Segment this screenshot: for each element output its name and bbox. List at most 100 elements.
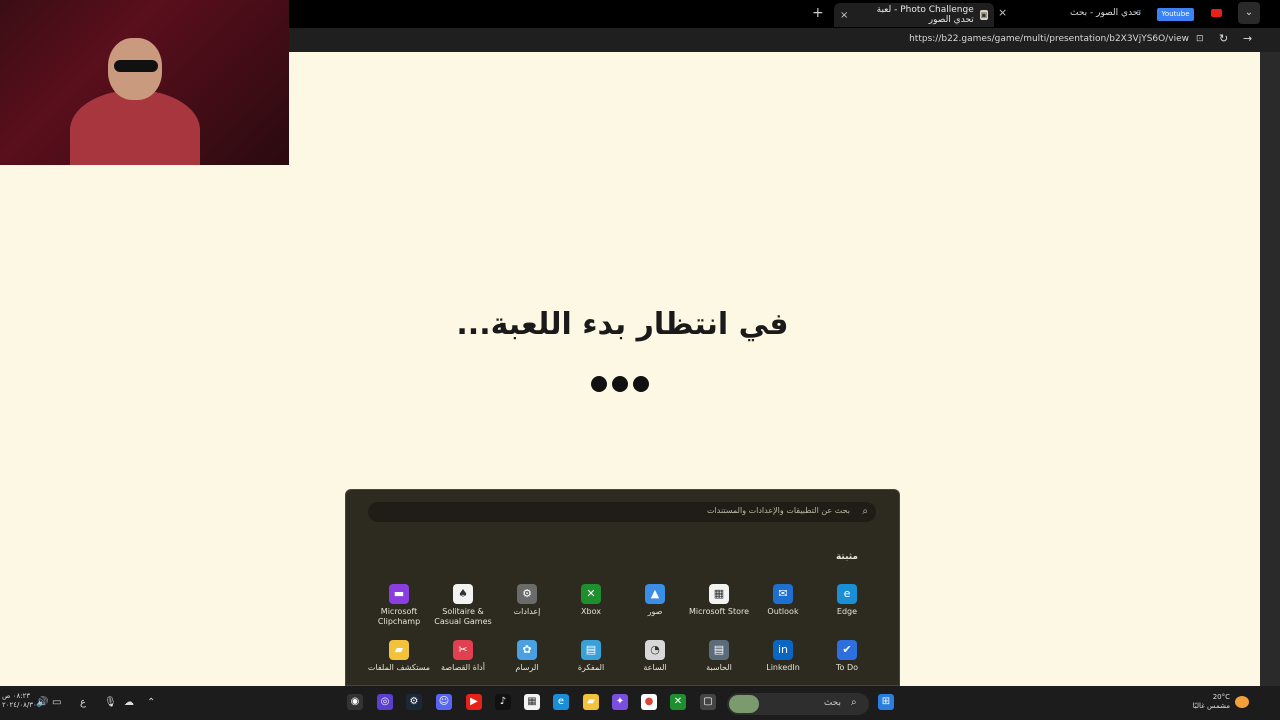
start-app-edge[interactable]: e Edge bbox=[814, 584, 880, 617]
onedrive-icon[interactable]: ☁ bbox=[124, 697, 134, 708]
close-icon[interactable]: × bbox=[998, 6, 1007, 19]
network-icon[interactable]: ▭ bbox=[52, 697, 61, 708]
file-explorer-icon[interactable]: ▰ bbox=[583, 694, 599, 710]
outlook-icon: ✉ bbox=[773, 584, 793, 604]
youtube-badge[interactable]: Youtube bbox=[1157, 8, 1194, 21]
webcam-overlay bbox=[0, 0, 289, 165]
windows-start-icon[interactable]: ⊞ bbox=[878, 694, 894, 710]
reload-icon[interactable]: ↻ bbox=[1219, 32, 1228, 45]
start-app-label: الحاسبة bbox=[706, 663, 732, 672]
start-app-clock[interactable]: ◔ الساعة bbox=[622, 640, 688, 673]
streamer-figure bbox=[70, 30, 200, 165]
youtube-icon[interactable]: ▶ bbox=[466, 694, 482, 710]
taskbar bbox=[0, 686, 1280, 720]
start-app-file-explorer[interactable]: ▰ مستكشف الملفات bbox=[366, 640, 432, 673]
language-indicator[interactable]: ع bbox=[80, 697, 86, 708]
new-tab-button[interactable]: + bbox=[812, 5, 824, 21]
file-explorer-icon: ▰ bbox=[389, 640, 409, 660]
pinned-label: مثبتة bbox=[835, 552, 858, 562]
start-app-label: LinkedIn bbox=[766, 663, 800, 672]
start-app-label: الساعة bbox=[643, 663, 667, 672]
start-app-label: To Do bbox=[835, 663, 859, 672]
discord-icon[interactable]: ☺ bbox=[436, 694, 452, 710]
loading-dot bbox=[633, 376, 649, 392]
volume-icon[interactable]: 🔊 bbox=[36, 697, 48, 708]
start-app-notepad[interactable]: ▤ المفكرة bbox=[558, 640, 624, 673]
lock-icon[interactable]: ⊡ bbox=[1196, 34, 1204, 44]
solitaire-icon: ♠ bbox=[453, 584, 473, 604]
start-app-label: الرسام bbox=[515, 663, 539, 672]
weather-widget[interactable]: 20°C مشمس غالبًا bbox=[1185, 693, 1230, 711]
chrome-icon[interactable]: ● bbox=[641, 694, 657, 710]
start-app-clipchamp[interactable]: ▬ Microsoft Clipchamp bbox=[366, 584, 432, 627]
start-app-todo[interactable]: ✔ To Do bbox=[814, 640, 880, 673]
url-text[interactable]: https://b22.games/game/multi/presentatio… bbox=[909, 34, 1189, 44]
start-app-label: Microsoft Clipchamp bbox=[377, 607, 421, 626]
clock-date: ٢٠٢٤/٠٨/٣٠ bbox=[2, 701, 37, 709]
search-icon: ⌕ bbox=[862, 506, 868, 517]
weather-temp: 20°C bbox=[1212, 693, 1230, 701]
loading-dot bbox=[591, 376, 607, 392]
start-app-label: Xbox bbox=[581, 607, 601, 616]
clock-time: ٠٨:٢٣ ص bbox=[2, 692, 31, 700]
start-app-paint[interactable]: ✿ الرسام bbox=[494, 640, 560, 673]
chevron-down-icon[interactable]: ⌄ bbox=[1238, 2, 1260, 24]
address-bar[interactable]: https://b22.games/game/multi/presentatio… bbox=[289, 28, 1280, 52]
start-app-snipping-tool[interactable]: ✂ أداة القصاصة bbox=[430, 640, 496, 673]
start-app-label: Outlook bbox=[767, 607, 799, 616]
start-app-outlook[interactable]: ✉ Outlook bbox=[750, 584, 816, 617]
calculator-icon: ▤ bbox=[709, 640, 729, 660]
waiting-heading: في انتظار بدء اللعبة... bbox=[456, 307, 789, 342]
edge-icon[interactable]: e bbox=[553, 694, 569, 710]
loading-dot bbox=[612, 376, 628, 392]
chevron-up-icon[interactable]: ⌃ bbox=[147, 697, 155, 708]
microphone-icon[interactable]: 🎙 bbox=[104, 697, 117, 708]
start-app-solitaire[interactable]: ♠ Solitaire & Casual Games bbox=[430, 584, 496, 627]
clipchamp-icon: ▬ bbox=[389, 584, 409, 604]
store-icon[interactable]: ▦ bbox=[524, 694, 540, 710]
hoodie bbox=[70, 90, 200, 165]
start-app-label: أداة القصاصة bbox=[441, 663, 485, 672]
taskbar-search-label: بحث bbox=[823, 698, 841, 708]
edge-icon: e bbox=[837, 584, 857, 604]
start-app-label: المفكرة bbox=[577, 663, 605, 672]
obs-icon[interactable]: ◉ bbox=[347, 694, 363, 710]
task-view-icon[interactable]: ▢ bbox=[700, 694, 716, 710]
start-app-label: Edge bbox=[836, 607, 858, 616]
scrollbar[interactable] bbox=[1260, 52, 1280, 686]
notepad-icon: ▤ bbox=[581, 640, 601, 660]
settings-icon: ⚙ bbox=[517, 584, 537, 604]
tab-title: Photo Challenge - لعبة تحدي الصور bbox=[876, 5, 974, 25]
start-app-calculator[interactable]: ▤ الحاسبة bbox=[686, 640, 752, 673]
start-app-xbox[interactable]: ✕ Xbox bbox=[558, 584, 624, 617]
tab-favicon-icon: ▣ bbox=[979, 10, 988, 20]
forward-icon[interactable]: → bbox=[1243, 32, 1252, 45]
weather-desc: مشمس غالبًا bbox=[1192, 702, 1230, 710]
linkedin-icon: in bbox=[773, 640, 793, 660]
store-icon: ▦ bbox=[709, 584, 729, 604]
start-search-placeholder: بحث عن التطبيقات والإعدادات والمستندات bbox=[707, 506, 850, 515]
app-icon[interactable]: ◎ bbox=[377, 694, 393, 710]
tab-close-icon[interactable]: × bbox=[840, 10, 848, 21]
tab-photo-challenge[interactable]: ▣ Photo Challenge - لعبة تحدي الصور × bbox=[834, 3, 994, 27]
stream-overlay-text bbox=[0, 180, 280, 210]
xbox-icon: ✕ bbox=[581, 584, 601, 604]
start-menu: بحث عن التطبيقات والإعدادات والمستندات ⌕… bbox=[345, 489, 900, 686]
youtube-icon[interactable] bbox=[1211, 9, 1222, 17]
search-icon: ⌕ bbox=[1136, 7, 1142, 17]
taskbar-clock[interactable]: ٠٨:٢٣ ص ٢٠٢٤/٠٨/٣٠ bbox=[2, 692, 37, 710]
start-app-settings[interactable]: ⚙ إعدادات bbox=[494, 584, 560, 617]
xbox-icon[interactable]: ✕ bbox=[670, 694, 686, 710]
start-search-input[interactable]: بحث عن التطبيقات والإعدادات والمستندات ⌕ bbox=[368, 502, 876, 522]
copilot-icon[interactable]: ✦ bbox=[612, 694, 628, 710]
start-app-store[interactable]: ▦ Microsoft Store bbox=[686, 584, 752, 617]
start-app-label: إعدادات bbox=[513, 607, 541, 616]
start-app-photos[interactable]: ▲ صور bbox=[622, 584, 688, 617]
clock-icon: ◔ bbox=[645, 640, 665, 660]
photos-icon: ▲ bbox=[645, 584, 665, 604]
tiktok-icon[interactable]: ♪ bbox=[495, 694, 511, 710]
start-app-label: Solitaire & Casual Games bbox=[434, 607, 492, 626]
start-app-linkedin[interactable]: in LinkedIn bbox=[750, 640, 816, 673]
tab-search-result[interactable]: تحدي الصور - بحث bbox=[1070, 8, 1141, 18]
steam-icon[interactable]: ⚙ bbox=[406, 694, 422, 710]
